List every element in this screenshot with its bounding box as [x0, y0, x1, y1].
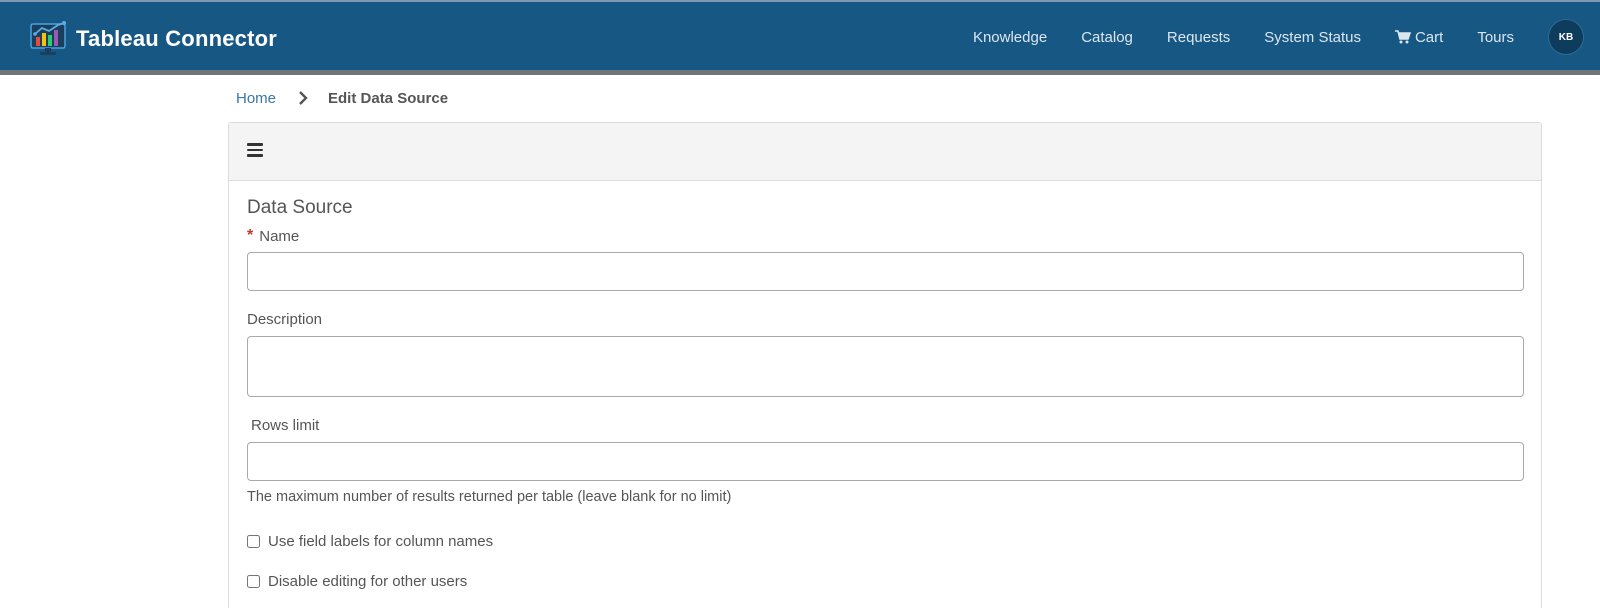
description-textarea[interactable] — [247, 336, 1524, 397]
breadcrumb-home-link[interactable]: Home — [236, 90, 276, 107]
name-input[interactable] — [247, 252, 1524, 291]
rows-limit-help: The maximum number of results returned p… — [247, 489, 732, 505]
tableau-chart-logo-icon — [30, 21, 66, 55]
use-field-labels-label: Use field labels for column names — [268, 533, 494, 550]
top-navbar: Tableau Connector Knowledge Catalog Requ… — [0, 0, 1600, 72]
rows-limit-input[interactable] — [247, 442, 1524, 481]
name-label-text: Name — [259, 227, 300, 245]
use-field-labels-row[interactable]: Use field labels for column names — [247, 533, 493, 550]
use-field-labels-checkbox[interactable] — [247, 535, 260, 548]
name-label: * Name — [247, 227, 299, 245]
section-title: Data Source — [247, 197, 353, 218]
brand[interactable]: Tableau Connector — [30, 20, 277, 58]
rows-limit-label: Rows limit — [251, 417, 320, 434]
edit-data-source-panel: Data Source * Name Description Rows limi… — [228, 122, 1542, 608]
required-marker: * — [247, 227, 254, 244]
cart-icon — [1394, 30, 1411, 44]
nav-cart-label: Cart — [1414, 28, 1444, 46]
hamburger-menu-icon[interactable] — [247, 143, 263, 157]
header-underline — [0, 70, 1600, 75]
user-avatar[interactable]: KB — [1548, 19, 1584, 55]
breadcrumb: Home Edit Data Source — [236, 86, 448, 110]
disable-editing-checkbox[interactable] — [247, 575, 260, 588]
nav-system-status[interactable]: System Status — [1264, 29, 1361, 46]
nav-cart[interactable]: Cart — [1394, 28, 1444, 46]
chevron-right-icon — [299, 91, 308, 105]
disable-editing-row[interactable]: Disable editing for other users — [247, 573, 467, 590]
breadcrumb-current: Edit Data Source — [328, 89, 449, 107]
main-nav: Knowledge Catalog Requests System Status… — [973, 2, 1600, 72]
description-label: Description — [247, 311, 323, 328]
nav-tours[interactable]: Tours — [1477, 29, 1514, 46]
nav-knowledge[interactable]: Knowledge — [973, 29, 1047, 46]
nav-requests[interactable]: Requests — [1167, 29, 1230, 46]
panel-header — [229, 123, 1541, 181]
disable-editing-label: Disable editing for other users — [268, 573, 468, 590]
app-title: Tableau Connector — [76, 26, 278, 51]
nav-catalog[interactable]: Catalog — [1081, 29, 1133, 46]
